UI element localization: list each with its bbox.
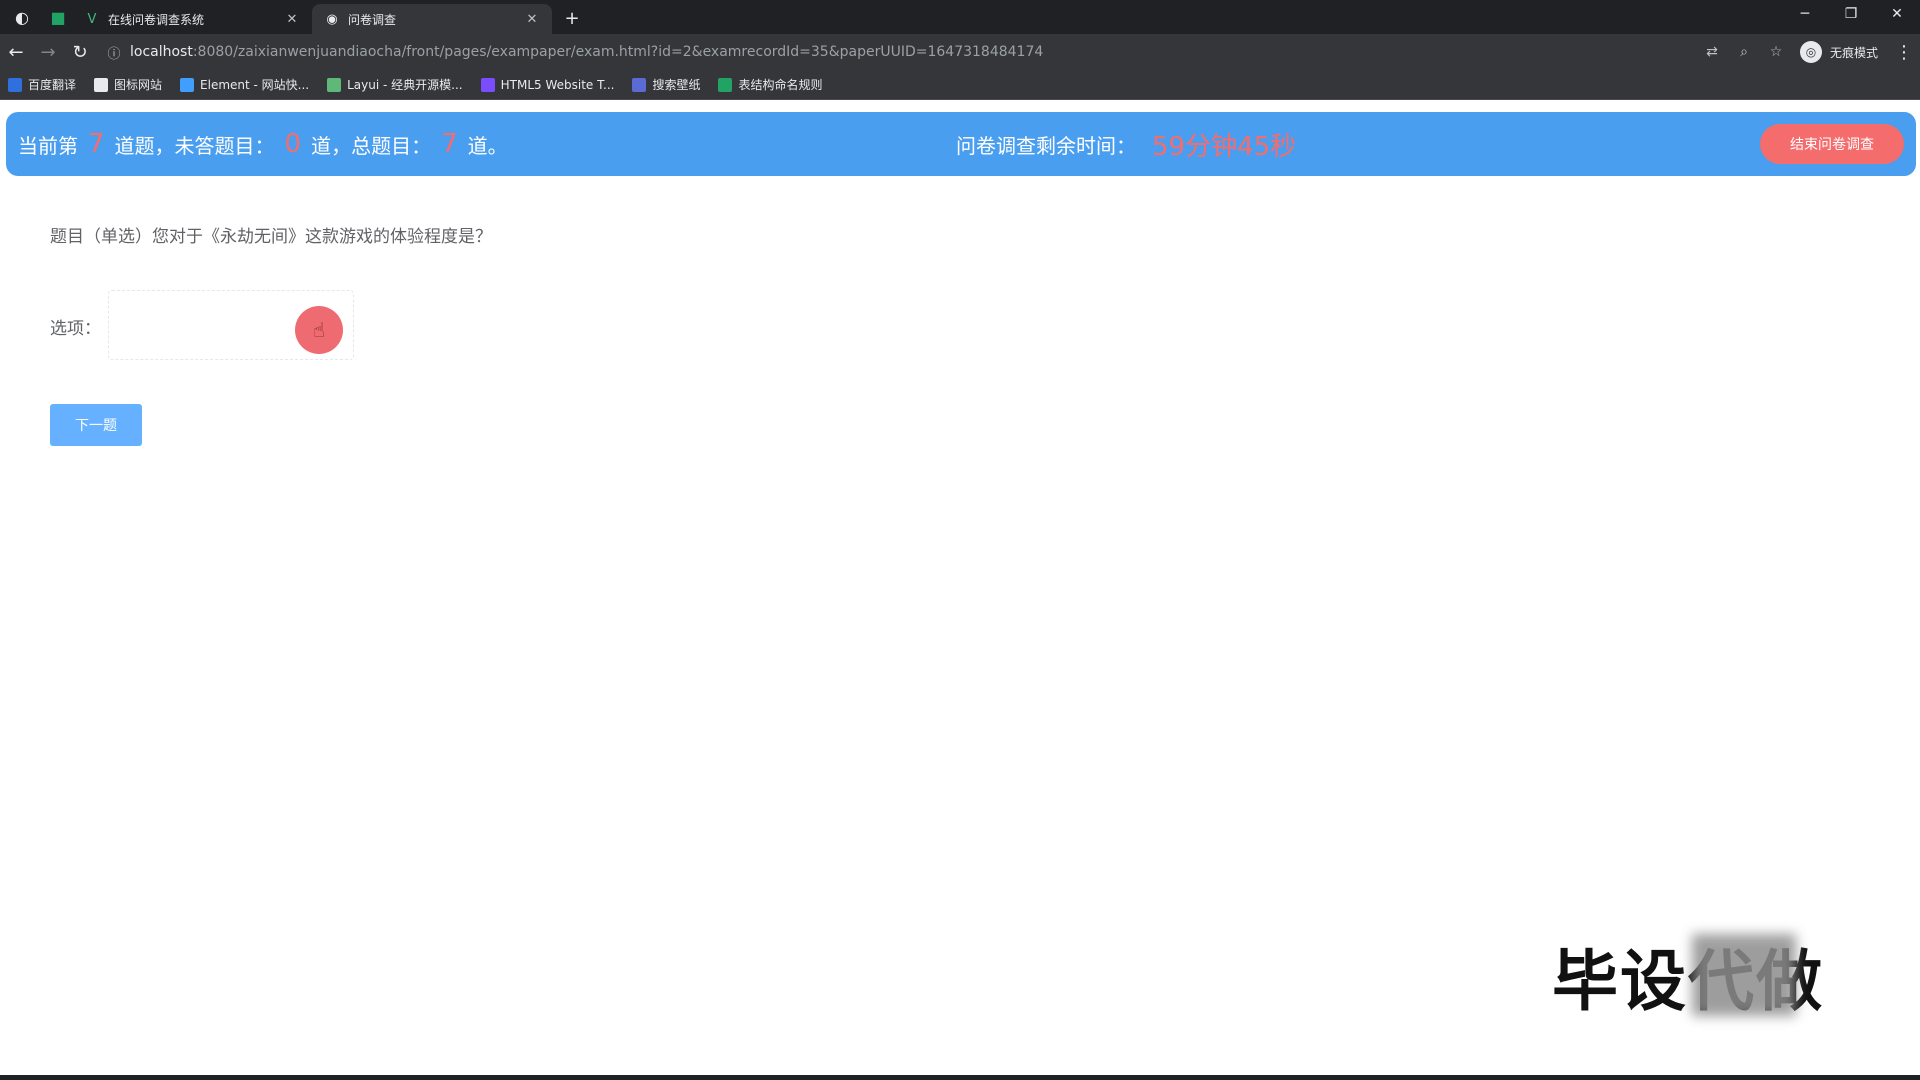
browser-menu-icon[interactable]: ◐ <box>8 3 36 31</box>
progress-mid1: 道题，未答题目： <box>114 133 275 158</box>
globe-icon: ◉ <box>326 11 338 27</box>
new-tab-button[interactable]: + <box>558 4 586 32</box>
cursor-click-indicator: ☝ <box>295 306 343 354</box>
minimize-icon[interactable]: ─ <box>1782 0 1828 28</box>
hand-cursor-icon: ☝ <box>312 318 326 342</box>
bookmark-label: 百度翻译 <box>28 78 77 92</box>
bookmark-item[interactable]: Element - 网站快... <box>180 76 309 93</box>
timer-label: 问卷调查剩余时间： <box>956 133 1136 158</box>
progress-prefix: 当前第 <box>18 133 78 158</box>
options-label: 选项： <box>50 319 101 339</box>
translate-icon[interactable]: ⇄ <box>1696 37 1728 67</box>
bookmark-star-icon[interactable]: ☆ <box>1760 37 1792 67</box>
more-menu-icon[interactable]: ⋮ <box>1888 36 1920 68</box>
next-question-button[interactable]: 下一题 <box>50 404 142 446</box>
timer-value: 59分钟45秒 <box>1152 131 1297 162</box>
bookmark-label: 表结构命名规则 <box>738 78 823 92</box>
zoom-icon[interactable]: ⌕ <box>1728 37 1760 67</box>
browser-titlebar: ◐ ■ V 在线问卷调查系统 ✕ ◉ 问卷调查 ✕ + ─ ❐ ✕ <box>0 0 1920 34</box>
restore-icon[interactable]: ❐ <box>1828 0 1874 28</box>
progress-mid2: 道，总题目： <box>311 133 432 158</box>
back-icon[interactable]: ← <box>0 36 32 68</box>
exam-status-bar: 当前第 7 道题，未答题目： 0 道，总题目： 7 道。 问卷调查剩余时间： 5… <box>6 112 1916 176</box>
bookmark-favicon-icon <box>480 77 495 92</box>
toolbar-icons: ⇄ ⌕ ☆ <box>1696 37 1792 67</box>
bookmark-label: 搜索壁纸 <box>652 78 701 92</box>
forward-icon[interactable]: → <box>32 36 64 68</box>
window-controls: ─ ❐ ✕ <box>1782 0 1920 28</box>
browser-toolbar: ← → ↻ ⓘ localhost :8080/zaixianwenjuandi… <box>0 34 1920 70</box>
question-text: 题目（单选）您对于《永劫无间》这款游戏的体验程度是？ <box>50 227 492 247</box>
remaining-time: 问卷调查剩余时间： 59分钟45秒 <box>956 112 1296 176</box>
url-host: localhost <box>130 44 193 60</box>
close-icon[interactable]: ✕ <box>284 11 300 27</box>
bookmark-favicon-icon <box>8 77 22 92</box>
bookmark-label: Layui - 经典开源模... <box>347 78 463 92</box>
bookmark-label: Element - 网站快... <box>200 78 310 92</box>
incognito-label: 无痕模式 <box>1829 45 1878 60</box>
bookmark-item[interactable]: 搜索壁纸 <box>632 76 700 93</box>
bookmark-item[interactable]: Layui - 经典开源模... <box>327 76 463 93</box>
current-question-number: 7 <box>88 129 105 159</box>
total-count: 7 <box>441 129 458 159</box>
tab-survey[interactable]: ◉ 问卷调查 ✕ <box>312 4 552 34</box>
bottom-strip <box>0 1075 1920 1080</box>
bookmark-label: 图标网站 <box>114 78 163 92</box>
incognito-icon: ◎ <box>1799 41 1822 63</box>
bookmark-favicon-icon <box>718 77 733 92</box>
bookmark-label: HTML5 Website T... <box>500 77 615 92</box>
bookmark-favicon-icon <box>180 77 195 92</box>
incognito-indicator[interactable]: ◎ 无痕模式 <box>1799 41 1878 63</box>
address-bar[interactable]: ⓘ localhost :8080/zaixianwenjuandiaocha/… <box>104 37 1688 67</box>
question-progress: 当前第 7 道题，未答题目： 0 道，总题目： 7 道。 <box>18 112 508 176</box>
bookmark-favicon-icon <box>94 77 109 92</box>
pinned-tab-icon[interactable]: ■ <box>44 3 72 31</box>
bookmark-item[interactable]: 图标网站 <box>94 76 162 93</box>
bookmarks-bar: 百度翻译 图标网站 Element - 网站快... Layui - 经典开源模...… <box>0 70 1920 100</box>
tab-survey-system[interactable]: V 在线问卷调查系统 ✕ <box>72 4 312 34</box>
progress-suffix: 道。 <box>467 133 508 158</box>
url-path: :8080/zaixianwenjuandiaocha/front/pages/… <box>192 44 1044 60</box>
end-survey-button[interactable]: 结束问卷调查 <box>1760 124 1904 164</box>
site-info-icon[interactable]: ⓘ <box>104 43 124 62</box>
bookmark-item[interactable]: 表结构命名规则 <box>718 76 822 93</box>
bookmark-item[interactable]: 百度翻译 <box>8 76 76 93</box>
tab-title: 问卷调查 <box>348 12 397 27</box>
vue-logo-icon: V <box>87 11 97 27</box>
close-icon[interactable]: ✕ <box>524 11 540 27</box>
bookmark-favicon-icon <box>632 77 647 92</box>
close-window-icon[interactable]: ✕ <box>1874 0 1920 28</box>
bookmark-item[interactable]: HTML5 Website T... <box>480 77 615 92</box>
tab-title: 在线问卷调查系统 <box>108 12 205 27</box>
bookmark-favicon-icon <box>327 77 342 92</box>
reload-icon[interactable]: ↻ <box>64 36 96 68</box>
watermark-blur-patch <box>1692 934 1796 1016</box>
unanswered-count: 0 <box>284 129 302 159</box>
exam-page: 当前第 7 道题，未答题目： 0 道，总题目： 7 道。 问卷调查剩余时间： 5… <box>0 100 1920 1080</box>
